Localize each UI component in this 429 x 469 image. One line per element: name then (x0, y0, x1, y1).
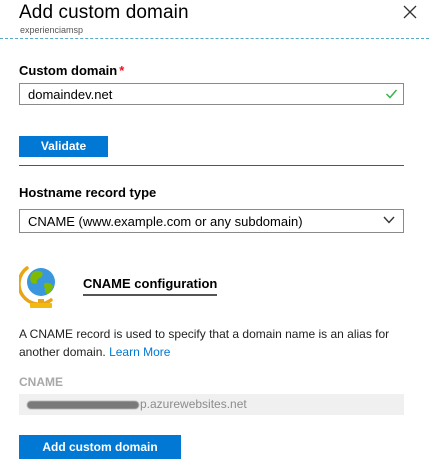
cname-value-suffix: p.azurewebsites.net (140, 397, 247, 411)
globe-icon (19, 266, 55, 308)
required-mark: * (119, 63, 125, 78)
redacted-hostname (27, 401, 139, 409)
custom-domain-input[interactable]: domaindev.net (19, 83, 404, 105)
hostname-record-type-value: CNAME (www.example.com or any subdomain) (28, 214, 303, 229)
hostname-record-type-select[interactable]: CNAME (www.example.com or any subdomain) (19, 209, 404, 233)
checkmark-icon (385, 89, 398, 99)
custom-domain-label: Custom domain * (19, 63, 125, 78)
chevron-down-icon (383, 216, 395, 224)
close-icon[interactable] (402, 4, 418, 20)
cname-description: A CNAME record is used to specify that a… (19, 327, 390, 359)
page-subtitle: experienciamsp (20, 25, 84, 35)
custom-domain-value: domaindev.net (28, 87, 113, 102)
add-custom-domain-button[interactable]: Add custom domain (19, 435, 181, 459)
cname-field-label: CNAME (19, 375, 63, 389)
hostname-record-type-label: Hostname record type (19, 185, 157, 200)
cname-configuration-heading: CNAME configuration (83, 276, 218, 296)
blade-header: Add custom domain experienciamsp (0, 0, 429, 40)
cname-value-field: p.azurewebsites.net (19, 394, 404, 415)
page-title: Add custom domain (19, 2, 189, 23)
header-divider (0, 38, 429, 39)
section-divider (19, 165, 404, 166)
learn-more-link[interactable]: Learn More (109, 345, 170, 359)
validate-button[interactable]: Validate (19, 136, 108, 157)
